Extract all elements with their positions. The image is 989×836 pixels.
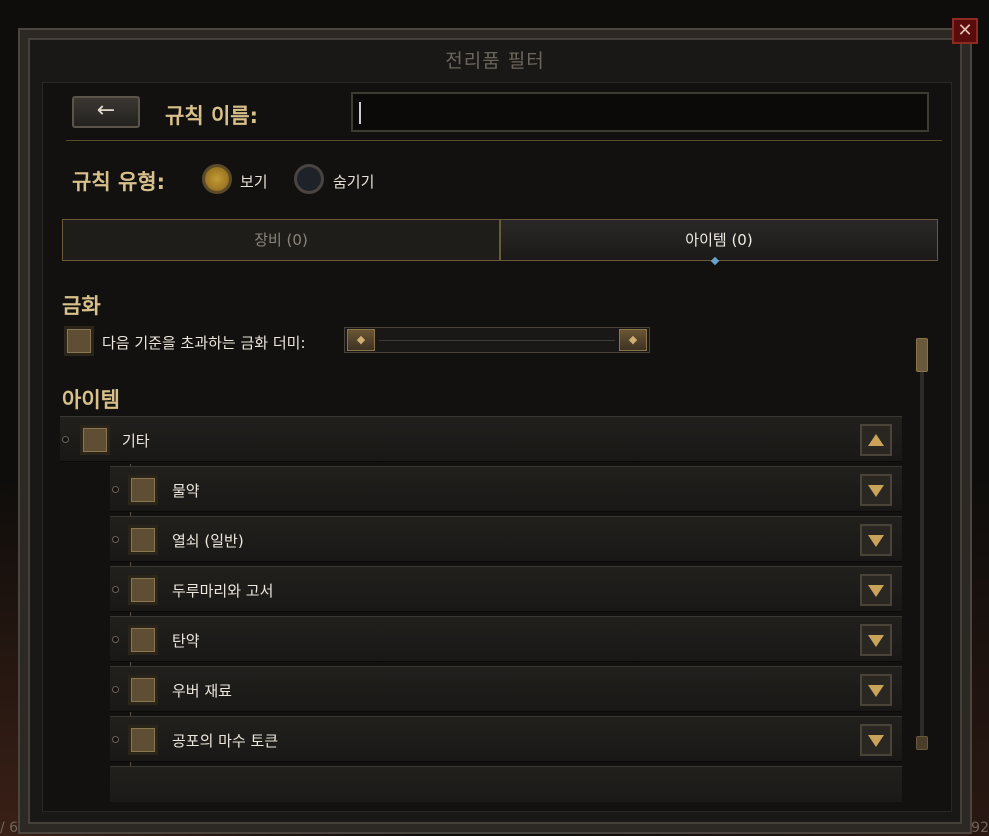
list-item[interactable]: 물약 (110, 466, 902, 512)
list-item[interactable]: 두루마리와 고서 (110, 566, 902, 612)
slider-max-handle[interactable]: ◆ (619, 329, 647, 351)
close-button[interactable]: ✕ (952, 18, 978, 44)
radio-show-label: 보기 (240, 173, 268, 191)
item-checkbox[interactable] (128, 725, 158, 755)
expand-button[interactable] (860, 474, 892, 506)
scrollbar-track (920, 338, 924, 750)
loot-filter-window: 전리품 필터 ← 규칙 이름: 규칙 유형: 보기 숨기기 장비 (0) 아이템… (18, 28, 972, 834)
expand-button[interactable] (860, 574, 892, 606)
item-label: 두루마리와 고서 (172, 582, 274, 600)
item-checkbox[interactable] (128, 625, 158, 655)
back-arrow-icon: ← (96, 98, 116, 123)
item-checkbox[interactable] (128, 675, 158, 705)
item-category-list: 기타 물약 열쇠 (일반) 두루마리와 고서 탄약 우버 재료 공포의 마수 토… (60, 416, 920, 802)
gold-pile-label: 다음 기준을 초과하는 금화 더미: (102, 334, 306, 352)
tree-node-dot (112, 536, 119, 543)
list-scrollbar[interactable] (915, 338, 929, 750)
item-checkbox[interactable] (128, 575, 158, 605)
gold-pile-checkbox[interactable] (64, 326, 94, 356)
list-item[interactable]: 공포의 마수 토큰 (110, 716, 902, 762)
item-label: 열쇠 (일반) (172, 532, 244, 550)
chevron-down-icon (868, 535, 884, 547)
tree-node-dot (112, 736, 119, 743)
items-section-heading: 아이템 (62, 388, 120, 412)
expand-button[interactable] (860, 674, 892, 706)
list-item[interactable]: 열쇠 (일반) (110, 516, 902, 562)
expand-button[interactable] (860, 724, 892, 756)
item-checkbox[interactable] (128, 475, 158, 505)
item-label: 공포의 마수 토큰 (172, 732, 279, 750)
chevron-down-icon (868, 485, 884, 497)
collapse-button[interactable] (860, 424, 892, 456)
radio-hide[interactable] (294, 164, 324, 194)
item-label: 물약 (172, 482, 200, 500)
tab-equipment[interactable]: 장비 (0) (62, 219, 500, 261)
header-divider (66, 140, 942, 141)
item-label: 탄약 (172, 632, 200, 650)
category-checkbox[interactable] (80, 425, 110, 455)
gold-amount-slider[interactable]: ◆ ◆ (344, 327, 650, 353)
gold-section-heading: 금화 (62, 294, 101, 318)
tree-node-dot (62, 436, 69, 443)
chevron-down-icon (868, 735, 884, 747)
chevron-down-icon (868, 635, 884, 647)
chevron-up-icon (868, 434, 884, 446)
item-checkbox[interactable] (128, 525, 158, 555)
category-row-other[interactable]: 기타 (60, 416, 902, 462)
scrollbar-thumb[interactable] (916, 338, 928, 372)
rule-name-label: 규칙 이름: (165, 104, 258, 128)
tree-node-dot (112, 586, 119, 593)
tree-node-dot (112, 686, 119, 693)
tab-items[interactable]: 아이템 (0) (500, 219, 938, 261)
item-label: 우버 재료 (172, 682, 232, 700)
close-icon: ✕ (957, 20, 973, 41)
slider-track (379, 340, 615, 341)
expand-button[interactable] (860, 524, 892, 556)
rule-type-label: 규칙 유형: (72, 170, 165, 194)
tree-node-dot (112, 486, 119, 493)
list-item[interactable]: 탄약 (110, 616, 902, 662)
window-title: 전리품 필터 (445, 50, 545, 72)
back-button[interactable]: ← (72, 96, 140, 128)
list-item[interactable]: 우버 재료 (110, 666, 902, 712)
tree-node-dot (112, 636, 119, 643)
slider-min-handle[interactable]: ◆ (347, 329, 375, 351)
chevron-down-icon (868, 585, 884, 597)
radio-hide-label: 숨기기 (333, 173, 375, 191)
expand-button[interactable] (860, 624, 892, 656)
text-caret (359, 102, 361, 124)
list-item-partial[interactable] (110, 766, 902, 802)
chevron-down-icon (868, 685, 884, 697)
category-label: 기타 (122, 432, 150, 450)
rule-name-input[interactable] (351, 92, 929, 132)
radio-show[interactable] (202, 164, 232, 194)
scrollbar-end-cap (916, 736, 928, 750)
